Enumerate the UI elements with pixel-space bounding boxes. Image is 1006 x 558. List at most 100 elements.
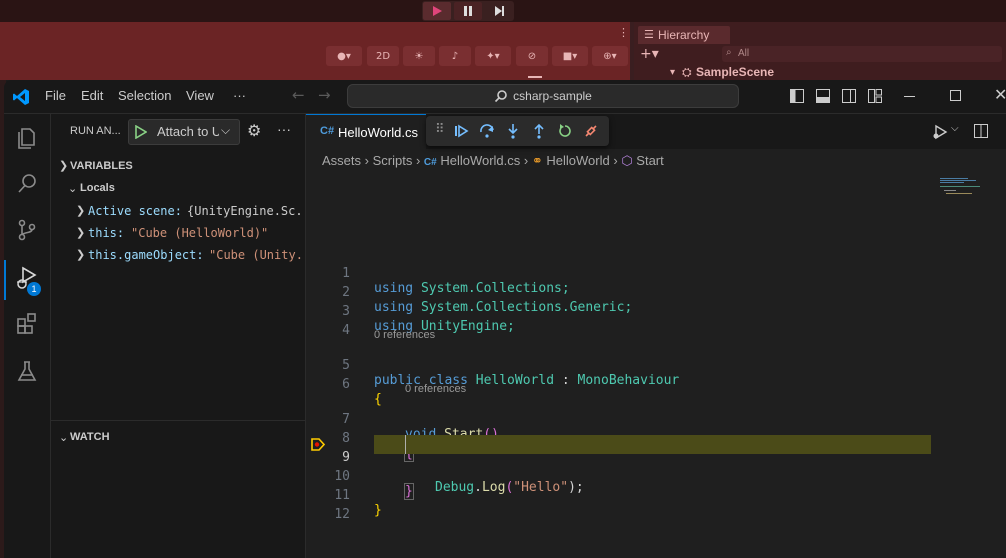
resize-handle[interactable] <box>528 76 542 78</box>
variable-name: Active scene: <box>88 204 182 218</box>
variable-value: {UnityEngine.Sc... <box>187 204 305 218</box>
testing-flask-icon[interactable] <box>13 358 41 386</box>
code-line[interactable]: 5 public class HelloWorld : MonoBehaviou… <box>306 343 1006 388</box>
camera-button[interactable]: ■▾ <box>552 46 588 66</box>
chevron-right-icon: › <box>523 153 532 168</box>
line-number: 12 <box>334 507 350 522</box>
vscode-logo-icon <box>13 89 29 105</box>
locals-title[interactable]: Locals <box>80 182 115 194</box>
hierarchy-tab[interactable]: ☰ Hierarchy <box>638 26 730 44</box>
gear-icon[interactable]: ⚙ <box>247 121 261 141</box>
code-line[interactable]: 4 <box>306 308 1006 338</box>
disconnect-icon[interactable] <box>583 123 599 139</box>
extensions-icon[interactable] <box>13 310 41 338</box>
command-center-search[interactable]: csharp-sample <box>347 84 739 108</box>
hierarchy-search-input[interactable]: ⌕ All <box>722 46 1002 62</box>
menu-selection[interactable]: Selection <box>118 88 171 103</box>
step-over-icon[interactable] <box>479 123 495 139</box>
code-line[interactable]: 6 { <box>306 362 1006 407</box>
locals-chevron-icon[interactable]: ⌄ <box>68 182 77 195</box>
watch-chevron-icon[interactable]: ⌄ <box>59 431 68 444</box>
run-debug-dropdown-icon[interactable] <box>932 124 948 140</box>
back-arrow-icon[interactable]: ← <box>292 86 305 104</box>
menu-file[interactable]: File <box>45 88 66 103</box>
variable-row[interactable]: ❯ Active scene: {UnityEngine.Sc... <box>51 200 305 222</box>
play-icon <box>433 6 442 16</box>
source-control-icon[interactable] <box>13 216 41 244</box>
pause-button[interactable] <box>454 2 482 20</box>
explorer-icon[interactable] <box>13 124 41 152</box>
code-line[interactable]: 3 using UnityEngine; <box>306 289 1006 334</box>
expand-chevron-icon[interactable]: ❯ <box>76 204 85 217</box>
continue-icon[interactable] <box>453 123 469 139</box>
step-into-icon[interactable] <box>505 123 521 139</box>
menu-view[interactable]: View <box>186 88 214 103</box>
variable-value: "Cube (Unity... <box>209 248 305 262</box>
variables-chevron-icon[interactable]: ❯ <box>59 159 68 172</box>
watch-title[interactable]: WATCH <box>70 431 110 443</box>
customize-layout-icon[interactable] <box>868 89 882 103</box>
variable-row[interactable]: ❯ this.gameObject: "Cube (Unity... <box>51 244 305 266</box>
tab-helloworld-cs[interactable]: C# HelloWorld.cs <box>306 114 426 150</box>
search-text: csharp-sample <box>513 89 592 103</box>
close-icon[interactable]: ✕ <box>994 85 1006 104</box>
search-icon <box>495 90 507 103</box>
code-line[interactable]: 8 { <box>306 416 1006 462</box>
step-out-icon[interactable] <box>531 123 547 139</box>
breadcrumb-item[interactable]: HelloWorld <box>546 153 609 168</box>
gizmos-button[interactable]: ⊕▾ <box>592 46 628 66</box>
minimize-button[interactable] <box>904 96 915 97</box>
code-line[interactable]: 9 Debug.Log("Hello"); <box>306 435 1006 495</box>
scene-expand-icon[interactable]: ▾ <box>670 67 675 78</box>
menu-edit[interactable]: Edit <box>81 88 103 103</box>
step-button[interactable] <box>485 2 513 20</box>
variable-value: "Cube (HelloWorld)" <box>131 226 269 240</box>
restart-icon[interactable] <box>557 123 573 139</box>
search-icon: ⌕ <box>726 47 732 58</box>
start-debugging-icon[interactable] <box>135 125 147 139</box>
code-line[interactable]: 2 using System.Collections.Generic; <box>306 270 1006 315</box>
run-view-title: RUN AN... <box>70 125 121 137</box>
codelens-references[interactable]: 0 references <box>405 383 466 395</box>
more-actions-icon[interactable]: ··· <box>277 121 291 137</box>
code-line[interactable]: 11 } <box>306 473 1006 518</box>
debug-config-select[interactable]: Attach to U ⌵ <box>128 119 240 145</box>
split-editor-icon[interactable] <box>974 124 988 138</box>
codelens-references[interactable]: 0 references <box>374 329 435 341</box>
variable-row[interactable]: ❯ this: "Cube (HelloWorld)" <box>51 222 305 244</box>
more-icon[interactable]: ⋮ <box>618 26 629 39</box>
step-icon <box>495 6 504 16</box>
toggle-secondary-sidebar-icon[interactable] <box>842 89 856 103</box>
chevron-right-icon: › <box>364 153 373 168</box>
lighting-button[interactable]: ☀ <box>403 46 435 66</box>
expand-chevron-icon[interactable]: ❯ <box>76 248 85 261</box>
toggle-panel-icon[interactable] <box>816 89 830 103</box>
line-number: 4 <box>342 323 350 338</box>
forward-arrow-icon[interactable]: → <box>318 86 331 104</box>
code-line[interactable]: 1 using System.Collections; <box>306 251 1006 296</box>
breadcrumb-item[interactable]: HelloWorld.cs <box>440 153 520 168</box>
menu-more[interactable]: ··· <box>233 88 246 103</box>
mode-2d-button[interactable]: 2D <box>367 46 399 66</box>
maximize-button[interactable] <box>950 90 961 101</box>
visibility-button[interactable]: ⊘ <box>516 46 548 66</box>
code-line[interactable]: 7 void Start() <box>306 397 1006 442</box>
code-line[interactable]: 10 } <box>306 454 1006 500</box>
effects-button[interactable]: ✦▾ <box>475 46 511 66</box>
audio-button[interactable]: ♪ <box>439 46 471 66</box>
code-line[interactable]: 12 <box>306 492 1006 522</box>
variable-name: this: <box>88 226 125 240</box>
breadcrumb-item[interactable]: Scripts <box>373 153 413 168</box>
play-button[interactable] <box>423 2 451 20</box>
draw-mode-button[interactable]: ●▾ <box>326 46 362 66</box>
expand-chevron-icon[interactable]: ❯ <box>76 226 85 239</box>
breadcrumb-item[interactable]: Assets <box>322 153 361 168</box>
minimap[interactable] <box>938 176 984 196</box>
toggle-primary-sidebar-icon[interactable] <box>790 89 804 103</box>
add-icon[interactable]: +▾ <box>640 46 659 62</box>
drag-handle-icon[interactable]: ⠿ <box>435 122 445 137</box>
breadcrumb-item[interactable]: Start <box>636 153 663 168</box>
chevron-down-icon[interactable]: ⌵ <box>951 123 959 134</box>
search-icon[interactable] <box>13 170 41 198</box>
variables-title[interactable]: VARIABLES <box>70 160 133 172</box>
